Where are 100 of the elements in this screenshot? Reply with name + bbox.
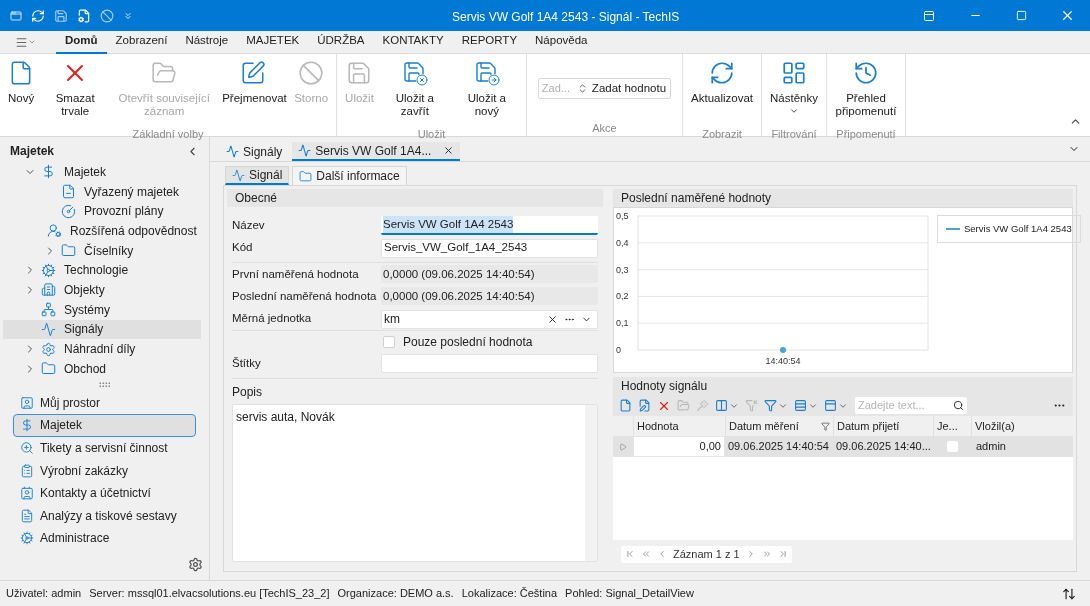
y-tick-label: 0,3 bbox=[616, 264, 629, 275]
text-field[interactable] bbox=[381, 354, 598, 374]
tree-item[interactable]: Provozní plány bbox=[3, 201, 201, 222]
status-item: Pohled: Signal_DetailView bbox=[565, 586, 694, 602]
tree-item[interactable]: Vyřazený majetek bbox=[3, 181, 201, 202]
enter-value-button[interactable]: Zadat hodnotu bbox=[587, 79, 671, 98]
checkbox[interactable] bbox=[383, 335, 395, 348]
nav-item[interactable]: Můj prostor bbox=[13, 391, 196, 415]
description-area[interactable]: servis auta, Novák bbox=[232, 404, 598, 563]
form-tab[interactable]: Další informace bbox=[292, 166, 407, 185]
cancel-icon[interactable] bbox=[100, 8, 114, 23]
menu-tab[interactable]: Zobrazení bbox=[106, 30, 177, 54]
save-settings-icon[interactable] bbox=[77, 8, 91, 23]
field-label: Název bbox=[232, 217, 266, 233]
text-field[interactable]: Servis_VW_Golf_1A4_2543 bbox=[381, 238, 598, 258]
tree-item-label: Majetek bbox=[64, 163, 107, 181]
sort-icon bbox=[821, 421, 830, 431]
window-title: Servis VW Golf 1A4 2543 - Signál - TechIS bbox=[452, 9, 680, 26]
ribbon-button[interactable]: Přehled připomenutí bbox=[829, 54, 902, 126]
ribbon-button[interactable]: Uložit a zavřít bbox=[378, 54, 451, 126]
clear-icon[interactable] bbox=[547, 313, 558, 325]
section-header: Obecné bbox=[227, 189, 603, 207]
nav-item[interactable]: Výrobní zakázky bbox=[13, 459, 196, 482]
search-icon[interactable] bbox=[953, 400, 964, 411]
tree-item[interactable]: Objekty bbox=[3, 280, 201, 300]
nav-item[interactable]: Majetek bbox=[13, 414, 196, 437]
first-page-icon[interactable] bbox=[625, 549, 635, 559]
clipboard-icon bbox=[20, 463, 34, 478]
last-page-icon[interactable] bbox=[777, 549, 788, 559]
table-cell-text: admin bbox=[975, 439, 1007, 455]
status-item: Lokalizace: Čeština bbox=[461, 586, 558, 602]
report-icon bbox=[20, 508, 34, 523]
tree-item-label: Náhradní díly bbox=[64, 341, 136, 359]
tree-item-label: Provozní plány bbox=[84, 203, 164, 221]
ribbon-button[interactable]: Smazat trvale bbox=[39, 54, 112, 126]
checkbox[interactable] bbox=[946, 441, 958, 452]
previous-page-icon[interactable] bbox=[657, 549, 667, 559]
tree-item[interactable]: Číselníky bbox=[3, 240, 201, 261]
nav-item[interactable]: Administrace bbox=[13, 527, 196, 550]
menu-tab[interactable]: ÚDRŽBA bbox=[308, 30, 374, 54]
menu-tab[interactable]: KONTAKTY bbox=[373, 30, 453, 54]
nav-item[interactable]: Analýzy a tiskové sestavy bbox=[13, 504, 196, 528]
network-icon bbox=[41, 302, 56, 318]
next-page-group-icon[interactable] bbox=[761, 549, 772, 559]
readonly-field: 0,0000 (09.06.2025 14:40:54) bbox=[381, 287, 598, 306]
x-tick-label: 14:40:54 bbox=[765, 356, 801, 366]
grid-row[interactable]: 0,00 09.06.2025 14:40:54 09.06.2025 14:40... admin bbox=[613, 436, 1073, 457]
view-menu-icon[interactable] bbox=[15, 35, 36, 49]
lookup-field[interactable]: km bbox=[381, 309, 598, 329]
form-tab[interactable]: Signál bbox=[225, 166, 290, 185]
status-item: Organizace: DEMO a.s. bbox=[337, 586, 454, 602]
document-tab[interactable]: Servis VW Golf 1A4... bbox=[292, 142, 461, 161]
tree-item[interactable]: Signály bbox=[3, 319, 201, 340]
sort-toggle-icon[interactable] bbox=[1062, 586, 1076, 601]
ribbon-button[interactable]: Nový bbox=[3, 54, 40, 126]
nav-item[interactable]: Kontakty a účetnictví bbox=[13, 481, 196, 505]
text-field[interactable]: Servis VW Golf 1A4 2543 bbox=[381, 215, 598, 235]
tree-item[interactable]: Náhradní díly bbox=[3, 339, 201, 359]
y-tick-label: 0 bbox=[616, 345, 621, 355]
ribbon-group-label: Uložit bbox=[416, 127, 447, 140]
tree-item[interactable]: Obchod bbox=[3, 358, 201, 379]
previous-page-group-icon[interactable] bbox=[641, 549, 651, 559]
ribbon-button[interactable]: Aktualizovat bbox=[686, 54, 759, 126]
tree-item-label: Obchod bbox=[64, 360, 107, 378]
customize-icon[interactable] bbox=[123, 10, 133, 21]
tree-item-label: Signály bbox=[64, 321, 104, 339]
user-cog-icon bbox=[47, 223, 62, 239]
value-field[interactable]: Zad... bbox=[538, 80, 577, 97]
tree-item[interactable]: Rozšířená odpovědnost bbox=[3, 221, 201, 241]
ribbon-button[interactable]: Nástěnky bbox=[765, 54, 823, 126]
refresh-icon[interactable] bbox=[31, 8, 45, 23]
menu-tab[interactable]: Nástroje bbox=[176, 30, 238, 54]
table-cell-text: 09.06.2025 14:40:54 bbox=[727, 439, 830, 455]
readonly-field: 0,0000 (09.06.2025 14:40:54) bbox=[381, 265, 598, 284]
caret-icon bbox=[789, 106, 799, 116]
signal-icon bbox=[232, 168, 245, 182]
tree-item-label: Systémy bbox=[64, 301, 110, 319]
menu-tab[interactable]: Nápověda bbox=[526, 30, 597, 54]
search-field[interactable]: Zadejte text... bbox=[855, 397, 967, 414]
splitter-grip-icon[interactable] bbox=[98, 381, 111, 388]
tree-item[interactable]: Majetek bbox=[3, 162, 201, 182]
menu-tab[interactable]: MAJETEK bbox=[237, 30, 309, 54]
tree-item-label: Rozšířená odpovědnost bbox=[70, 222, 197, 240]
ribbon-group-label: Připomenutí bbox=[835, 127, 897, 140]
user-icon bbox=[20, 395, 34, 410]
menu-tab[interactable]: REPORTY bbox=[452, 30, 527, 54]
tree-item[interactable]: Technologie bbox=[3, 260, 201, 281]
nav-item[interactable]: Tikety a servisní činnost bbox=[13, 436, 196, 460]
document-tab[interactable]: Signály bbox=[220, 142, 289, 161]
row-expander-icon[interactable] bbox=[619, 442, 627, 451]
cancel-icon bbox=[298, 58, 325, 88]
close-icon[interactable] bbox=[443, 145, 455, 156]
tree-item[interactable]: Systémy bbox=[3, 299, 201, 320]
scrollbar[interactable] bbox=[585, 405, 597, 562]
settings-icon[interactable] bbox=[188, 557, 203, 572]
tree-item-label: Číselníky bbox=[84, 242, 134, 260]
app-icon bbox=[10, 9, 22, 22]
ribbon-button[interactable]: Přejmenovat bbox=[217, 54, 290, 126]
ribbon-button[interactable]: Uložit a nový bbox=[450, 54, 523, 126]
save-icon[interactable] bbox=[54, 8, 68, 23]
